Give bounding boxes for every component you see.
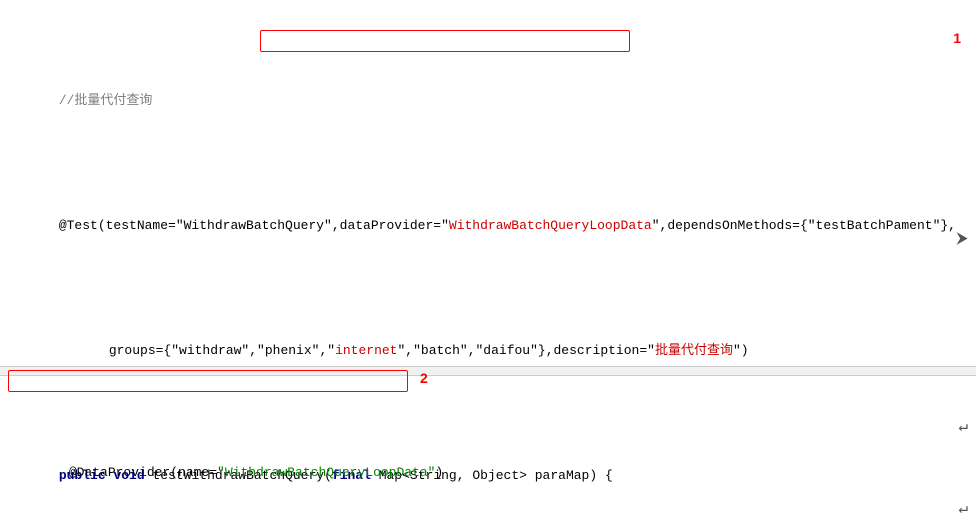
bottom-arrow-2: ↵	[958, 498, 968, 518]
marker-2: 2	[420, 370, 428, 386]
line-annotation1: @Test(testName="WithdrawBatchQuery",data…	[10, 195, 976, 257]
marker-1: 1	[953, 30, 961, 46]
code-section-bottom: @DataProvider(name="WithdrawBatchQueryLo…	[0, 370, 976, 520]
side-arrow: ⮞	[956, 230, 968, 248]
bottom-arrow-1: ↵	[958, 416, 968, 436]
line-comment: //批量代付查询	[10, 70, 976, 132]
line-dataprovider: @DataProvider(name="WithdrawBatchQueryLo…	[10, 442, 976, 504]
